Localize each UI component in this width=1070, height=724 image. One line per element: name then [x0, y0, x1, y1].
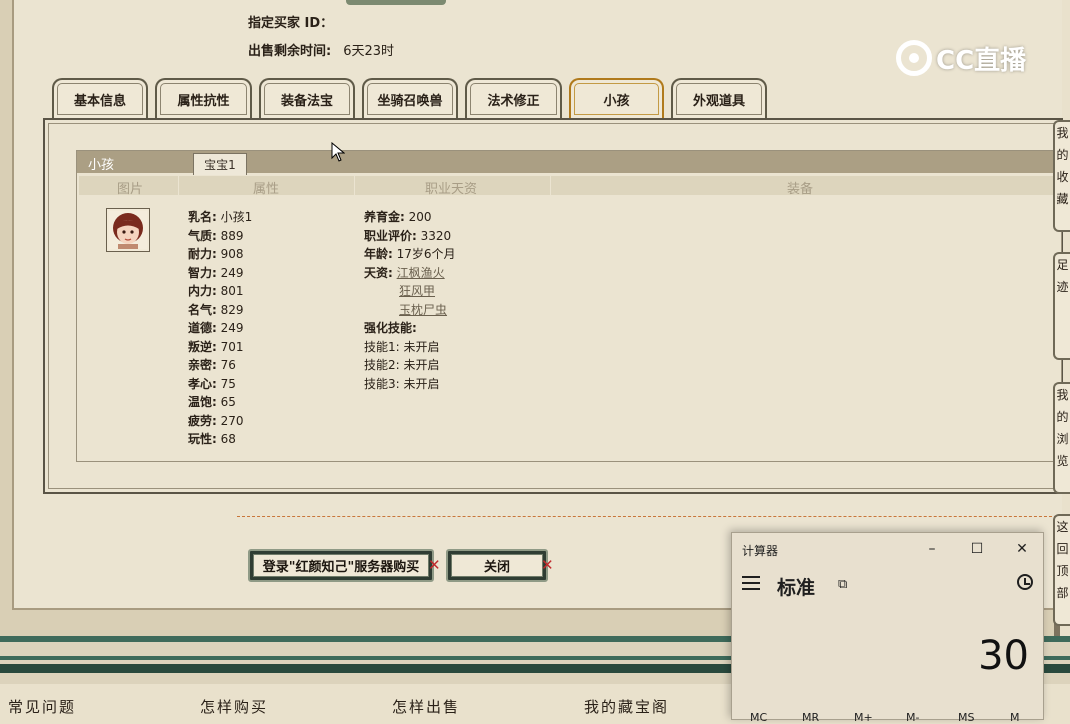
tab-spell-correction[interactable]: 法术修正	[465, 78, 562, 118]
memory-recall-button[interactable]: MR	[802, 711, 819, 724]
subtab-baby1[interactable]: 宝宝1	[193, 153, 247, 175]
attr-row: 耐力: 908	[188, 247, 244, 261]
ribbon-bow-icon: ✕	[541, 556, 554, 574]
memory-store-button[interactable]: MS	[958, 711, 974, 724]
hamburger-menu-icon[interactable]	[742, 576, 760, 594]
col-header-image: 图片	[117, 182, 144, 197]
child-portrait-icon	[109, 211, 147, 249]
child-avatar	[106, 208, 150, 252]
time-left-row: 出售剩余时间: 6天23时	[248, 40, 394, 59]
cc-logo-icon	[896, 40, 932, 76]
attr-row: 叛逆: 701	[188, 339, 244, 354]
memory-subtract-button[interactable]: M-	[906, 711, 919, 724]
attr-row: 名气: 829	[188, 302, 244, 317]
attr-row: 亲密: 76	[188, 358, 236, 372]
enhance-skill-row: 强化技能:	[364, 321, 417, 335]
side-note-browsing[interactable]: 我的浏览	[1053, 382, 1070, 494]
history-icon[interactable]	[1017, 574, 1033, 590]
tab-child[interactable]: 小孩	[569, 78, 664, 118]
column-headers: 图片 属性 职业天资 装备	[79, 176, 1059, 197]
calculator-mode: 标准	[777, 577, 816, 599]
tab-label: 装备法宝	[280, 93, 333, 109]
tab-label: 小孩	[603, 93, 630, 109]
talent-row: 狂风甲	[364, 282, 456, 301]
job-rating-row: 职业评价: 3320	[364, 228, 452, 243]
attr-row: 孝心: 75	[188, 376, 236, 391]
raise-money-row: 养育金: 200	[364, 210, 432, 224]
tab-label: 外观道具	[692, 93, 745, 109]
attribute-list: 乳名: 小孩1 气质: 889 耐力: 908 智力: 249 内力: 801 …	[188, 208, 252, 449]
login-buy-label: 登录"红颜知己"服务器购买	[253, 554, 429, 577]
child-panel-title: 小孩	[88, 158, 115, 173]
attr-row: 智力: 249	[188, 265, 244, 280]
age-row: 年龄: 17岁6个月	[364, 247, 456, 261]
job-talent-list: 养育金: 200 职业评价: 3320 年龄: 17岁6个月 天资: 江枫渔火 …	[364, 208, 456, 393]
calculator-titlebar[interactable]: 计算器 – ☐ ✕	[732, 533, 1043, 565]
minimize-icon[interactable]: –	[922, 540, 942, 558]
side-note-favorites[interactable]: 我的收藏	[1053, 120, 1070, 232]
talent-link[interactable]: 狂风甲	[399, 284, 435, 298]
memory-list-button[interactable]: M	[1010, 711, 1020, 724]
buyer-id-row: 指定买家 ID：	[248, 12, 333, 31]
col-header-equipment: 装备	[787, 182, 814, 197]
calculator-display: 30	[978, 633, 1029, 679]
tab-attributes[interactable]: 属性抗性	[155, 78, 252, 118]
close-icon[interactable]: ✕	[1012, 540, 1032, 558]
ribbon-bow-icon: ✕	[428, 556, 441, 574]
memory-add-button[interactable]: M+	[854, 711, 873, 724]
tab-label: 属性抗性	[177, 93, 230, 109]
tab-appearance[interactable]: 外观道具	[671, 78, 767, 118]
keep-on-top-icon[interactable]: ⧉	[838, 577, 847, 592]
cc-live-logo: CC直播	[896, 38, 1036, 78]
col-header-attributes: 属性	[253, 182, 280, 197]
top-button-edge[interactable]	[346, 0, 446, 5]
calculator-window[interactable]: 计算器 – ☐ ✕ 标准 ⧉ 30 MC MR M+ M- MS M	[731, 532, 1044, 724]
close-label: 关闭	[451, 554, 543, 577]
login-buy-button[interactable]: 登录"红颜知己"服务器购买	[248, 549, 434, 582]
attr-row: 玩性: 68	[188, 432, 236, 446]
attr-row: 温饱: 65	[188, 395, 236, 409]
buyer-id-label: 指定买家 ID：	[248, 16, 334, 31]
skill-row: 技能3: 未开启	[364, 376, 440, 391]
logo-text: CC直播	[936, 45, 1027, 76]
attr-row: 疲劳: 270	[188, 413, 244, 428]
tab-mounts[interactable]: 坐骑召唤兽	[362, 78, 458, 118]
tab-label: 基本信息	[73, 93, 126, 109]
memory-clear-button[interactable]: MC	[750, 711, 767, 724]
tab-basic-info[interactable]: 基本信息	[52, 78, 148, 118]
footer-link-how-to-sell[interactable]: 怎样出售	[392, 696, 460, 717]
side-note-footprint[interactable]: 足迹	[1053, 252, 1070, 360]
attr-row: 气质: 889	[188, 228, 244, 243]
talent-row: 玉枕尸虫	[364, 301, 456, 320]
footer-link-faq[interactable]: 常见问题	[8, 696, 76, 717]
time-left-label: 出售剩余时间:	[248, 44, 332, 59]
divider	[237, 516, 1057, 517]
talent-link[interactable]: 玉枕尸虫	[399, 303, 447, 317]
footer-link-my-treasure[interactable]: 我的藏宝阁	[584, 696, 669, 717]
talent-row: 天资: 江枫渔火	[364, 265, 445, 280]
time-left-value: 6天23时	[343, 44, 395, 59]
mouse-cursor-icon	[331, 141, 346, 166]
side-note-back-to-top[interactable]: 这回顶部	[1053, 514, 1070, 626]
close-button[interactable]: 关闭	[446, 549, 548, 582]
attr-row: 道德: 249	[188, 321, 244, 335]
talent-link[interactable]: 江枫渔火	[397, 266, 445, 280]
tab-equipment[interactable]: 装备法宝	[259, 78, 355, 118]
col-header-job-talent: 职业天资	[425, 182, 478, 197]
calculator-title: 计算器	[742, 544, 779, 558]
skill-row: 技能1: 未开启	[364, 339, 440, 354]
tab-label: 法术修正	[487, 93, 540, 109]
skill-row: 技能2: 未开启	[364, 358, 440, 372]
attr-row: 内力: 801	[188, 284, 244, 298]
footer-link-how-to-buy[interactable]: 怎样购买	[200, 696, 268, 717]
maximize-icon[interactable]: ☐	[967, 540, 987, 558]
tab-label: 坐骑召唤兽	[377, 93, 443, 109]
attr-row: 乳名: 小孩1	[188, 210, 253, 224]
